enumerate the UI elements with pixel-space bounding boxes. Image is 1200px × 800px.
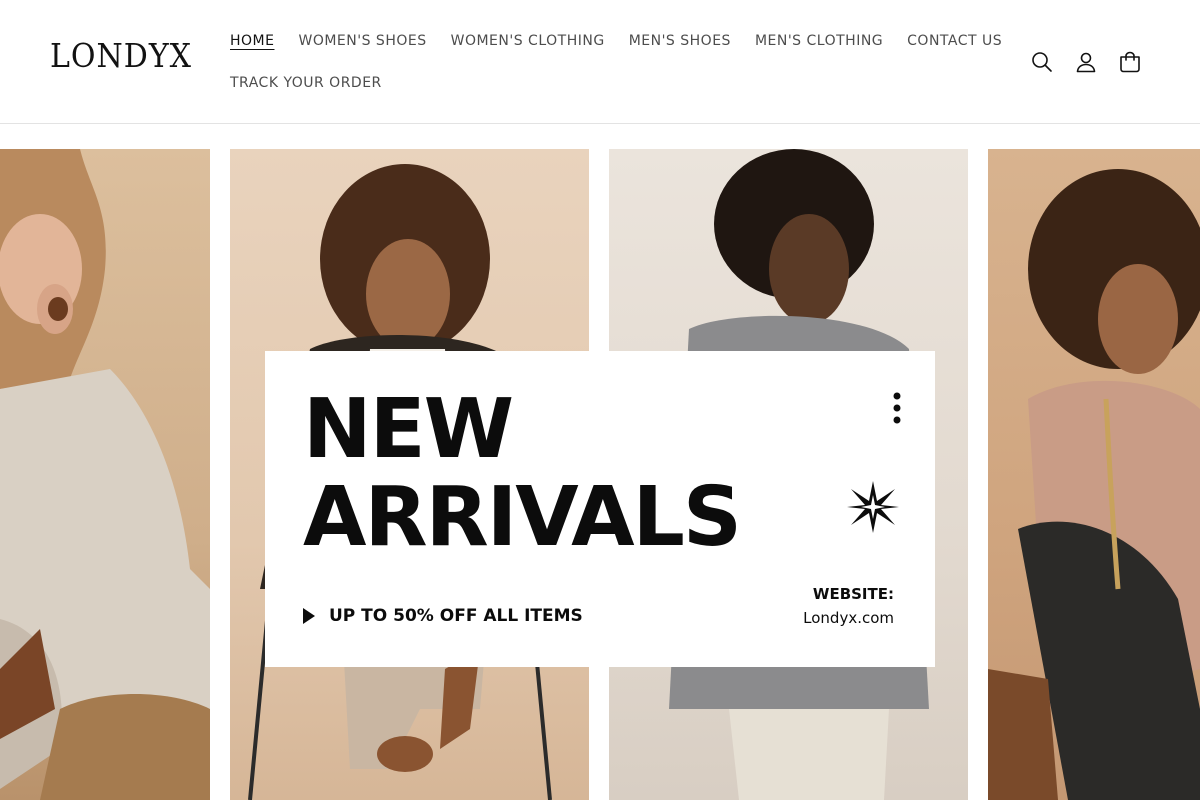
promo-website-label: WEBSITE: [812, 585, 894, 603]
site-logo[interactable]: LONDYX [50, 38, 192, 76]
nav-link-contact-us[interactable]: CONTACT US [895, 33, 1014, 49]
nav-row-secondary: TRACK YOUR ORDER [218, 62, 1008, 104]
nav-link-track-order[interactable]: TRACK YOUR ORDER [218, 75, 394, 91]
nav-link-mens-shoes[interactable]: MEN'S SHOES [617, 33, 743, 49]
cart-icon [1120, 51, 1140, 73]
promo-headline-line1: NEW [303, 382, 514, 477]
star-burst-icon [847, 481, 899, 533]
hero-photo-woman-beige [0, 149, 210, 800]
search-button[interactable] [1022, 42, 1062, 82]
search-icon [1032, 52, 1052, 72]
photo-illustration [988, 169, 1200, 800]
nav-link-home[interactable]: HOME [218, 33, 286, 49]
promo-card: NEW ARRIVALS UP TO 50% OFF ALL ITEMS WEB… [265, 351, 935, 667]
account-button[interactable] [1066, 42, 1106, 82]
header-icons [1022, 42, 1150, 82]
cart-button[interactable] [1110, 42, 1150, 82]
promo-offer-text: UP TO 50% OFF ALL ITEMS [329, 606, 583, 626]
promo-headline-line2: ARRIVALS [303, 470, 742, 565]
photo-illustration [0, 149, 210, 800]
hero-photo-woman-blazer [988, 149, 1200, 800]
nav-link-womens-shoes[interactable]: WOMEN'S SHOES [286, 33, 438, 49]
nav-link-womens-clothing[interactable]: WOMEN'S CLOTHING [439, 33, 617, 49]
vertical-dots-icon [893, 392, 901, 424]
hero-banner[interactable]: NEW ARRIVALS UP TO 50% OFF ALL ITEMS WEB… [0, 149, 1200, 800]
nav-row-primary: HOME WOMEN'S SHOES WOMEN'S CLOTHING MEN'… [218, 20, 1008, 62]
promo-website-url: Londyx.com [803, 609, 894, 627]
main-nav: HOME WOMEN'S SHOES WOMEN'S CLOTHING MEN'… [218, 20, 1008, 104]
play-arrow-icon [303, 608, 315, 624]
nav-link-mens-clothing[interactable]: MEN'S CLOTHING [743, 33, 895, 49]
account-icon [1076, 52, 1096, 73]
site-header: LONDYX HOME WOMEN'S SHOES WOMEN'S CLOTHI… [0, 0, 1200, 124]
